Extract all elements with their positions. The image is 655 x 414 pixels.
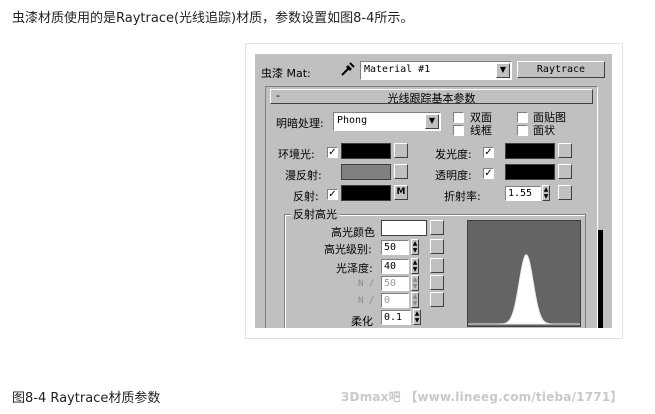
luminosity-map-button[interactable] [558, 143, 572, 158]
shading-dropdown[interactable]: Phong ▼ [333, 112, 441, 131]
glossiness-input[interactable]: 40 [381, 259, 409, 274]
ambient-color-swatch[interactable] [341, 143, 391, 159]
glossiness-label: 光泽度: [336, 262, 373, 275]
anisotropy-n1-map-button [430, 275, 444, 290]
ambient-checkbox[interactable]: ✓ [327, 147, 338, 158]
soften-input[interactable]: 0.1 [381, 310, 411, 325]
ior-input[interactable]: 1.55 [505, 186, 541, 201]
two-sided-checkbox[interactable] [453, 112, 464, 123]
reflect-label: 反射: [293, 190, 319, 203]
anisotropy-n1-spinner: ▲ ▼ [411, 275, 419, 291]
reflect-checkbox[interactable]: ✓ [327, 189, 338, 200]
diffuse-color-swatch[interactable] [341, 164, 391, 180]
specular-level-label: 高光级别: [324, 243, 372, 256]
intro-text: 虫漆材质使用的是Raytrace(光线追踪)材质，参数设置如图8-4所示。 [12, 11, 414, 26]
diffuse-map-button[interactable] [394, 164, 408, 179]
watermark-text: 3Dmax吧 【www.lineeg.com/tieba/1771】 [341, 390, 623, 404]
transparency-map-button[interactable] [558, 164, 572, 179]
anisotropy-n1-label: N / [358, 279, 375, 289]
material-editor-panel: 虫漆 Mat: Material #1 ▼ Raytrace - 光线跟踪基本参… [255, 54, 612, 328]
transparency-color-swatch[interactable] [505, 164, 555, 180]
shading-dropdown-arrow-icon[interactable]: ▼ [425, 114, 439, 129]
specular-group-title: 反射高光 [291, 206, 339, 222]
transparency-checkbox[interactable]: ✓ [483, 168, 494, 179]
wire-checkbox[interactable] [453, 125, 464, 136]
mat-label: 虫漆 Mat: [261, 67, 311, 80]
diffuse-label: 漫反射: [285, 169, 322, 182]
material-name-text: Material #1 [364, 64, 431, 75]
screenshot-frame: 虫漆 Mat: Material #1 ▼ Raytrace - 光线跟踪基本参… [245, 43, 623, 339]
transparency-label: 透明度: [435, 169, 472, 182]
glossiness-map-button[interactable] [430, 258, 444, 273]
material-name-field[interactable]: Material #1 ▼ [360, 61, 512, 80]
specular-level-map-button[interactable] [430, 239, 444, 254]
specular-level-spinner[interactable]: ▲ ▼ [411, 239, 419, 255]
face-map-checkbox[interactable] [517, 112, 528, 123]
shading-label: 明暗处理: [276, 117, 324, 130]
ior-spinner[interactable]: ▲ ▼ [542, 185, 550, 201]
luminosity-label: 发光度: [435, 148, 472, 161]
rollout-header[interactable]: - 光线跟踪基本参数 [270, 89, 593, 105]
ior-label: 折射率: [444, 190, 481, 203]
soften-spinner[interactable]: ▲ ▼ [413, 309, 421, 325]
soften-label: 柔化 [351, 315, 373, 328]
rollout-scrollbar[interactable] [598, 230, 603, 328]
specular-color-swatch[interactable] [381, 220, 427, 236]
anisotropy-n2-spinner: ▲ ▼ [411, 292, 419, 308]
specular-color-label: 高光颜色 [331, 226, 375, 239]
highlight-curve-graph [467, 220, 581, 327]
wire-label: 线框 [470, 124, 492, 137]
reflect-color-swatch[interactable] [341, 185, 391, 201]
glossiness-spinner[interactable]: ▲ ▼ [411, 258, 419, 274]
material-type-button[interactable]: Raytrace [517, 61, 605, 78]
anisotropy-n2-label: N / [358, 296, 375, 306]
figure-caption: 图8-4 Raytrace材质参数 [12, 391, 161, 406]
specular-map-button[interactable] [430, 220, 444, 235]
faceted-checkbox[interactable] [517, 125, 528, 136]
specular-level-input[interactable]: 50 [381, 240, 409, 255]
eyedropper-icon[interactable] [339, 61, 355, 77]
ior-map-button[interactable] [558, 185, 572, 200]
rollout-title: 光线跟踪基本参数 [387, 92, 476, 105]
luminosity-checkbox[interactable]: ✓ [483, 147, 494, 158]
highlight-curve-svg [468, 254, 580, 325]
anisotropy-n2-input: 0 [381, 293, 409, 308]
faceted-label: 面状 [533, 124, 555, 137]
anisotropy-n1-input: 50 [381, 276, 409, 291]
luminosity-color-swatch[interactable] [505, 143, 555, 159]
reflect-map-button[interactable]: M [394, 185, 408, 200]
shading-value: Phong [337, 115, 368, 126]
ambient-map-button[interactable] [394, 143, 408, 158]
highlight-curve [468, 254, 580, 325]
material-dropdown-arrow-icon[interactable]: ▼ [496, 63, 510, 78]
ambient-label: 环境光: [278, 148, 315, 161]
anisotropy-n2-map-button [430, 292, 444, 307]
